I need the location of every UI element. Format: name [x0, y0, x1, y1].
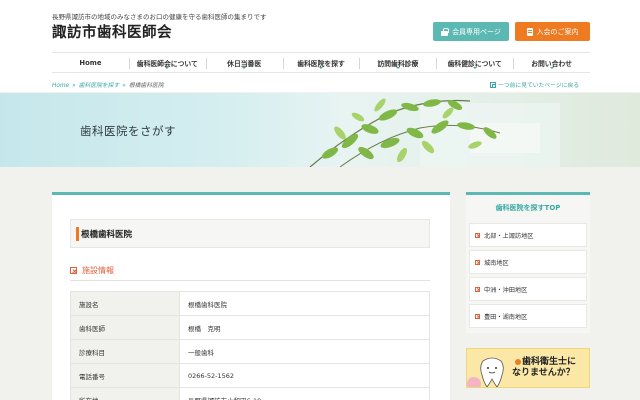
hero-banner: 歯科医院をさがす [0, 93, 640, 167]
marker-icon [475, 232, 480, 238]
clinic-name-heading: 根橋歯科医院 [70, 219, 430, 248]
site-header: 長野県諏訪市の地域のみなさまのお口の健康を守る歯科医師の集まりです 諏訪市歯科医… [0, 0, 640, 92]
sidebar-item-label: 中洲・沖田地区 [484, 286, 528, 294]
banner-text: 歯科衛生士に なりませんか？ [512, 357, 576, 379]
back-arrow-icon [490, 81, 496, 88]
row-value: 長野県諏訪市小和田6-19 [179, 387, 430, 400]
lock-icon [441, 27, 449, 36]
row-value: 一般歯科 [179, 339, 430, 364]
marker-icon [475, 313, 480, 319]
nav-item-find-clinic[interactable]: 歯科医院を探す [282, 53, 360, 72]
tooth-mascot-icon [480, 357, 504, 387]
row-value: 根橋歯科医院 [179, 291, 430, 316]
breadcrumb-find-clinic[interactable]: 歯科医院を探す [79, 83, 120, 89]
site-tagline: 長野県諏訪市の地域のみなさまのお口の健康を守る歯科医師の集まりです [52, 13, 267, 21]
sidebar-item-label: 北部・上諏訪地区 [484, 232, 534, 240]
nav-item-holiday-doctor[interactable]: 休日当番医 [205, 53, 283, 72]
breadcrumb: Home» 歯科医院を探す» 根橋歯科医院 [52, 80, 164, 89]
row-key: 歯科医師 [70, 315, 180, 340]
table-row: 歯科医師 根橋 克明 [70, 315, 430, 340]
back-link-label: 一つ前に見ていたページに戻る [498, 83, 580, 89]
banner-line-2: なりませんか？ [512, 368, 575, 378]
sidebar-item-north[interactable]: 北部・上諏訪地区 [469, 223, 587, 247]
document-icon [526, 27, 533, 36]
nav-item-checkup[interactable]: 歯科健診について [436, 53, 513, 72]
nav-item-home-visit[interactable]: 訪問歯科診療 [359, 53, 436, 72]
sidebar-item-nakasu[interactable]: 中洲・沖田地区 [469, 277, 587, 301]
member-page-button[interactable]: 会員専用ページ [433, 22, 509, 41]
table-row: 診療科目 一般歯科 [70, 339, 430, 364]
row-key: 施設名 [70, 291, 180, 316]
join-info-label: 入会のご案内 [536, 27, 579, 36]
global-nav: Home 歯科医師会について 休日当番医 歯科医院を探す 訪問歯科診療 歯科健診… [52, 52, 590, 73]
member-page-label: 会員専用ページ [452, 27, 501, 36]
sidebar-item-label: 豊田・湖南地区 [484, 313, 528, 321]
sidebar-item-toyoda[interactable]: 豊田・湖南地区 [469, 304, 587, 328]
nav-item-association[interactable]: 歯科医師会について [128, 53, 206, 72]
breadcrumb-current: 根橋歯科医院 [128, 83, 164, 89]
row-key: 診療科目 [70, 339, 180, 364]
sidebar-item-jonan[interactable]: 城南地区 [469, 250, 587, 274]
section-heading-label: 施設情報 [82, 266, 114, 275]
hygienist-recruit-banner[interactable]: 歯科衛生士に なりませんか？ [466, 348, 590, 388]
marker-icon [475, 286, 480, 292]
row-key: 所在地 [70, 387, 180, 400]
plant-leaves-image [309, 98, 560, 167]
facility-icon [70, 267, 77, 274]
banner-line-1: 歯科衛生士に [522, 357, 577, 367]
nav-item-home[interactable]: Home [52, 53, 129, 72]
sidebar: 歯科医院を探すTOP 北部・上諏訪地区 城南地区 中洲・沖田地区 豊田・湖南地区 [466, 192, 590, 333]
marker-icon [475, 259, 480, 265]
main-content: 根橋歯科医院 施設情報 施設名 根橋歯科医院 歯科医師 根橋 克明 診療科目 一… [52, 192, 450, 400]
page-title: 歯科医院をさがす [80, 124, 176, 138]
back-link[interactable]: 一つ前に見ていたページに戻る [490, 80, 579, 89]
breadcrumb-home[interactable]: Home [52, 83, 69, 89]
table-row: 電話番号 0266-52-1562 [70, 363, 430, 388]
sidebar-title[interactable]: 歯科医院を探すTOP [466, 203, 590, 213]
row-value: 0266-52-1562 [179, 363, 430, 388]
breadcrumb-separator-icon: » [72, 83, 76, 89]
row-key: 電話番号 [70, 363, 180, 388]
section-heading: 施設情報 [70, 261, 430, 281]
row-value: 根橋 克明 [179, 315, 430, 340]
breadcrumb-separator-icon: » [122, 83, 126, 89]
table-row: 所在地 長野県諏訪市小和田6-19 [70, 387, 430, 400]
facility-info-table: 施設名 根橋歯科医院 歯科医師 根橋 克明 診療科目 一般歯科 電話番号 026… [70, 291, 430, 400]
table-row: 施設名 根橋歯科医院 [70, 291, 430, 316]
join-info-button[interactable]: 入会のご案内 [515, 22, 590, 41]
site-title[interactable]: 諏訪市歯科医師会 [52, 21, 172, 42]
sidebar-item-label: 城南地区 [484, 259, 509, 267]
nav-item-contact[interactable]: お問い合わせ [513, 53, 590, 72]
